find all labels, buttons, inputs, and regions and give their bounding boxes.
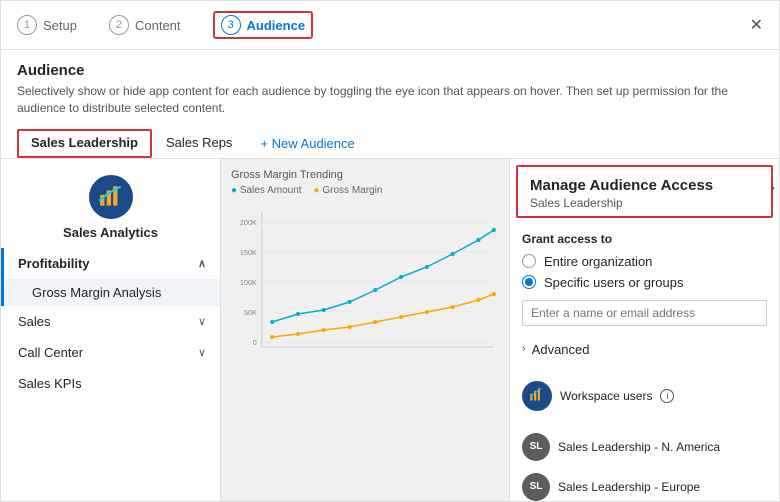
tab-sales-reps[interactable]: Sales Reps [152, 129, 246, 158]
radio-entire-org-label: Entire organization [544, 254, 652, 269]
svg-text:100K: 100K [240, 279, 257, 287]
info-icon: i [660, 389, 674, 403]
close-button[interactable]: ✕ [750, 15, 763, 35]
advanced-label: Advanced [532, 342, 590, 357]
chart-title: Gross Margin Trending [231, 169, 499, 181]
audience-title: Audience [17, 62, 763, 79]
workspace-users-row: Workspace users i [510, 373, 779, 419]
step-setup-circle: 1 [17, 15, 37, 35]
nav-gross-margin-label: Gross Margin Analysis [32, 285, 161, 300]
manage-title: Manage Audience Access [530, 177, 759, 194]
step-audience-box: 3 Audience [213, 11, 314, 39]
radio-dot-specific [525, 278, 533, 286]
manage-subtitle: Sales Leadership [530, 196, 759, 210]
app-icon [89, 175, 133, 219]
manage-panel-chevron[interactable]: › [770, 179, 775, 195]
nav-item-profitability[interactable]: Profitability ∧ [1, 248, 220, 279]
grant-section: Grant access to Entire organization Spec… [510, 224, 779, 334]
chart-legend: ● Sales Amount ● Gross Margin [231, 185, 499, 196]
audience-description: Selectively show or hide app content for… [17, 83, 763, 117]
avatar-europe: SL [522, 473, 550, 501]
avatar-na: SL [522, 433, 550, 461]
svg-text:50K: 50K [244, 309, 257, 317]
nav-item-call-center[interactable]: Call Center ∨ [1, 337, 220, 368]
new-audience-button[interactable]: + New Audience [246, 130, 368, 157]
chart-svg: 200K 150K 100K 50K 0 [231, 202, 499, 362]
chevron-down-icon-call-center: ∨ [198, 346, 206, 359]
preview-inner: Gross Margin Trending ● Sales Amount ● G… [221, 159, 509, 375]
audience-na-label: Sales Leadership - N. America [558, 440, 720, 454]
app-icon-area: Sales Analytics [1, 159, 220, 248]
app-name-label: Sales Analytics [63, 225, 158, 240]
grant-label: Grant access to [522, 232, 767, 246]
workspace-label: Workspace users [560, 389, 652, 403]
chevron-down-icon-sales: ∨ [198, 315, 206, 328]
radio-specific-label: Specific users or groups [544, 275, 683, 290]
nav-item-sales[interactable]: Sales ∨ [1, 306, 220, 337]
audience-section: Audience Selectively show or hide app co… [1, 50, 779, 123]
radio-circle-entire-org [522, 254, 536, 268]
advanced-row[interactable]: › Advanced [510, 334, 779, 365]
audience-row-europe: SL Sales Leadership - Europe [510, 467, 779, 501]
audience-row-na: SL Sales Leadership - N. America [510, 427, 779, 467]
svg-text:0: 0 [253, 339, 257, 347]
chevron-up-icon: ∧ [198, 257, 206, 270]
svg-text:150K: 150K [240, 249, 257, 257]
app-nav-panel: Sales Analytics Profitability ∧ Gross Ma… [1, 159, 221, 501]
legend-margin: ● Gross Margin [314, 185, 383, 196]
nav-call-center-label: Call Center [18, 345, 83, 360]
modal-container: 1 Setup 2 Content 3 Audience ✕ Audience … [0, 0, 780, 502]
step-audience-circle: 3 [221, 15, 241, 35]
radio-entire-org[interactable]: Entire organization [522, 254, 767, 269]
nav-item-gross-margin[interactable]: Gross Margin Analysis [1, 279, 220, 306]
step-setup-label: Setup [43, 18, 77, 33]
radio-specific-users[interactable]: Specific users or groups [522, 275, 767, 290]
advanced-chevron-icon: › [522, 343, 526, 355]
preview-panel: Gross Margin Trending ● Sales Amount ● G… [221, 159, 509, 501]
tab-sales-leadership[interactable]: Sales Leadership [17, 129, 152, 158]
step-setup: 1 Setup [17, 15, 77, 35]
step-content-label: Content [135, 18, 181, 33]
modal-header: 1 Setup 2 Content 3 Audience ✕ [1, 1, 779, 50]
step-audience: 3 Audience [213, 11, 314, 39]
manage-header: Manage Audience Access Sales Leadership [516, 165, 773, 218]
main-content: Sales Analytics Profitability ∧ Gross Ma… [1, 159, 779, 501]
radio-circle-specific [522, 275, 536, 289]
workspace-icon [522, 381, 552, 411]
nav-profitability-label: Profitability [18, 256, 90, 271]
svg-text:200K: 200K [240, 219, 257, 227]
audience-europe-label: Sales Leadership - Europe [558, 480, 700, 494]
legend-sales: ● Sales Amount [231, 185, 302, 196]
tabs-row: Sales Leadership Sales Reps + New Audien… [1, 123, 779, 159]
email-input[interactable] [522, 300, 767, 326]
step-audience-label: Audience [247, 18, 306, 33]
step-content-circle: 2 [109, 15, 129, 35]
step-content: 2 Content [109, 15, 181, 35]
manage-panel: Manage Audience Access Sales Leadership … [509, 159, 779, 501]
nav-sales-kpis-label: Sales KPIs [18, 376, 82, 391]
nav-sales-label: Sales [18, 314, 51, 329]
nav-item-sales-kpis[interactable]: Sales KPIs [1, 368, 220, 399]
